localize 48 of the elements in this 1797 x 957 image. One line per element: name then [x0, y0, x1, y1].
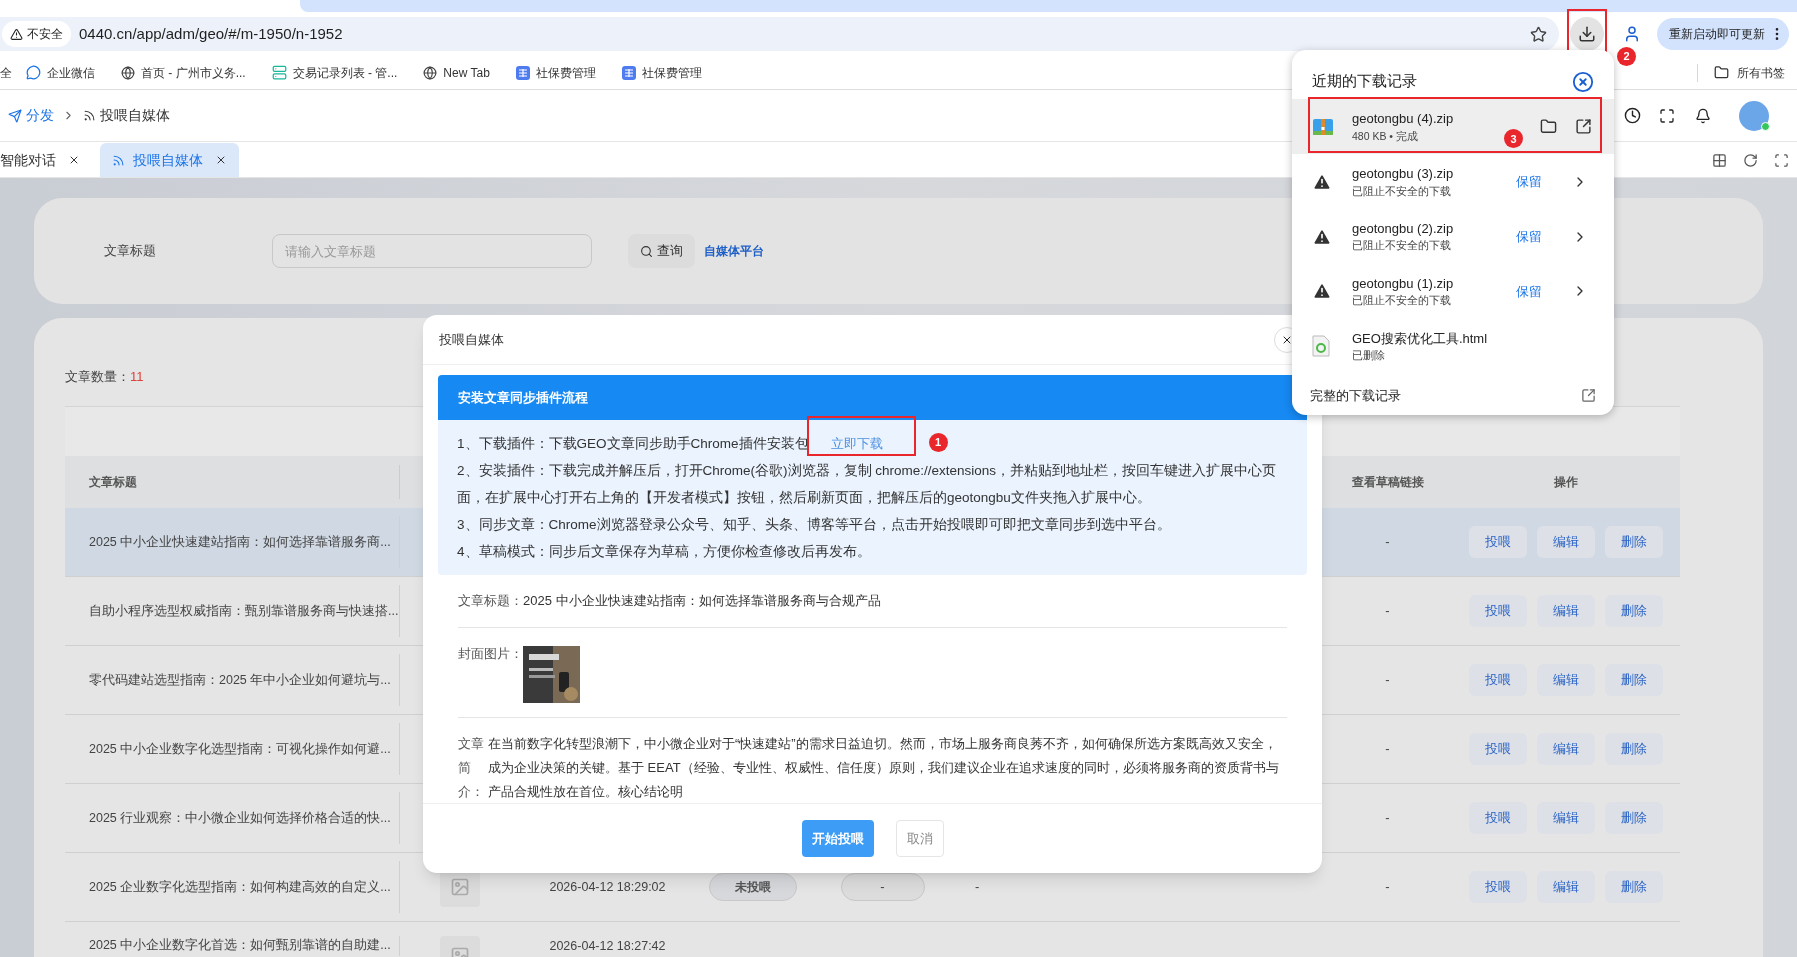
column-header: 查看草稿链接	[1350, 474, 1425, 491]
count-value: 11	[130, 368, 144, 387]
table-cell: 2025 中小企业数字化首选：如何甄别靠谱的自助建...	[65, 936, 400, 956]
draft-pill: -	[840, 873, 925, 901]
search-label: 文章标题	[104, 242, 157, 261]
guide-header: 安装文章同步插件流程	[438, 375, 1307, 420]
file-name: geotongbu (3).zip	[1352, 165, 1454, 184]
table-cell: -	[975, 879, 980, 895]
step-text: 2、安装插件：下载完成并解压后，打开Chrome(谷歌)浏览器，复制 chrome://extensions，并粘贴到地址栏，按回车键进入扩展中心页面，在扩展中心打开右上角的【开发者模式】按钮，然后刷新页面，把解压后的geotongbu文件夹拖入扩展中心。	[457, 462, 1277, 507]
table-cell: -	[1385, 741, 1390, 757]
table-cell: 2025 企业数字化选型指南：如何构建高效的自定义...	[65, 861, 400, 913]
file-status: 已阻止不安全的下载	[1352, 238, 1452, 254]
file-status: 480 KB • 完成	[1352, 128, 1419, 144]
panel-title: 近期的下载记录	[1312, 71, 1417, 92]
field-label: 文章标题：	[458, 592, 523, 610]
step-text: 4、草稿模式：同步后文章保存为草稿，方便你检查修改后再发布。	[457, 543, 871, 561]
dialog-title: 投喂自媒体	[439, 330, 504, 349]
table-cell: -	[1385, 879, 1390, 895]
table-cell: 零代码建站选型指南：2025 年中小企业如何避坑与...	[65, 654, 400, 706]
column-header: 文章标题	[65, 465, 400, 499]
file-name: geotongbu (2).zip	[1352, 219, 1454, 238]
table-cell: 2025 中小企业数字化选型指南：可视化操作如何避...	[65, 723, 400, 775]
file-status: 已阻止不安全的下载	[1352, 293, 1452, 309]
breadcrumb-item: 投喂自媒体	[83, 105, 170, 126]
table-cell: -	[1385, 534, 1390, 550]
annotation-badge: 2	[1617, 47, 1636, 66]
file-name: geotongbu (4).zip	[1352, 110, 1454, 129]
file-name: geotongbu (1).zip	[1352, 274, 1454, 293]
table-cell: 2025 中小企业快速建站指南：如何选择靠谱服务商...	[65, 516, 400, 568]
table-cell: -	[1385, 672, 1390, 688]
annotation-badge: 1	[928, 433, 948, 452]
table-cell: 自助小程序选型权威指南：甄别靠谱服务商与快速搭...	[65, 585, 400, 637]
field-label: 封面图片：	[458, 645, 523, 663]
file-status: 已删除	[1352, 348, 1386, 364]
status-pill: 未投喂	[708, 873, 797, 901]
step-text: 3、同步文章：Chrome浏览器登录公众号、知乎、头条、博客等平台，点击开始投喂即可即把文章同步到选中平台。	[457, 516, 1171, 534]
file-name: GEO搜索优化工具.html	[1352, 329, 1488, 348]
table-cell: 2025 行业观察：中小微企业如何选择价格合适的快...	[65, 792, 400, 844]
file-status: 已阻止不安全的下载	[1352, 183, 1452, 199]
url-text: 0440.cn/app/adm/geo/#/m-1950/n-1952	[79, 23, 343, 44]
annotation-badge: 3	[1504, 129, 1523, 149]
table-cell: 2026-04-12 18:29:02	[549, 880, 666, 895]
column-header: 操作	[1553, 474, 1579, 491]
field-value: 2025 中小企业快速建站指南：如何选择靠谱服务商与合规产品	[523, 592, 881, 610]
table-cell: 2026-04-12 18:27:42	[549, 939, 666, 953]
count-label: 文章数量：	[65, 368, 130, 387]
table-cell: -	[1385, 603, 1390, 619]
table-cell: -	[1385, 810, 1390, 826]
